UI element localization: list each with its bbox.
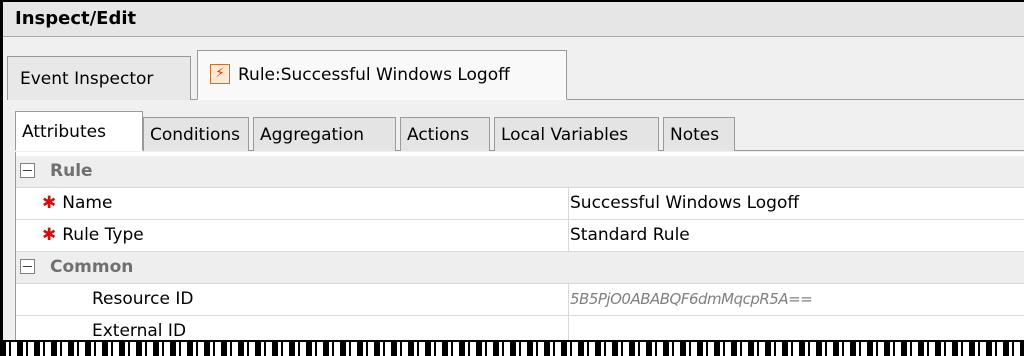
- property-label: Resource ID: [92, 289, 194, 309]
- tab-label: Event Inspector: [20, 69, 154, 89]
- tab-conditions[interactable]: Conditions: [143, 117, 249, 151]
- column-divider: [568, 188, 569, 252]
- panel-title: Inspect/Edit: [3, 2, 1024, 37]
- property-row-resource-id[interactable]: Resource ID 5B5PjO0ABABQF6dmMqcpR5A==: [16, 284, 1024, 316]
- tab-rule-successful-windows-logoff[interactable]: ⚡ Rule:Successful Windows Logoff: [197, 50, 567, 100]
- property-row-rule-type[interactable]: ✱ Rule Type Standard Rule: [16, 220, 1024, 252]
- property-value-resource-id[interactable]: 5B5PjO0ABABQF6dmMqcpR5A==: [570, 284, 813, 315]
- tab-attributes[interactable]: Attributes: [15, 111, 143, 151]
- property-value-name[interactable]: Successful Windows Logoff: [570, 188, 799, 219]
- tab-label: Attributes: [22, 122, 106, 142]
- property-grid: Rule ✱ Name Successful Windows Logoff ✱ Ru…: [15, 152, 1024, 348]
- top-tab-bar: Event Inspector ⚡ Rule:Successful Windows…: [7, 47, 1024, 100]
- tab-event-inspector[interactable]: Event Inspector: [7, 56, 191, 100]
- tab-label: Rule:Successful Windows Logoff: [238, 65, 510, 85]
- tab-label: Conditions: [150, 125, 240, 145]
- inspect-edit-panel: Inspect/Edit Event Inspector ⚡ Rule:Succe…: [0, 0, 1024, 348]
- group-label: Common: [50, 257, 134, 277]
- property-label: ✱ Rule Type: [42, 225, 144, 245]
- attribute-tab-bar: Attributes Conditions Aggregation Action…: [15, 110, 1024, 151]
- rule-icon: ⚡: [210, 63, 230, 84]
- collapse-toggle-icon[interactable]: [20, 259, 35, 274]
- group-label: Rule: [50, 161, 93, 181]
- tab-label: Actions: [407, 125, 470, 145]
- required-asterisk-icon: ✱: [42, 193, 57, 213]
- column-divider: [568, 284, 569, 348]
- property-row-name[interactable]: ✱ Name Successful Windows Logoff: [16, 188, 1024, 220]
- tab-label: Aggregation: [260, 125, 365, 145]
- required-asterisk-icon: ✱: [42, 225, 57, 245]
- tab-local-variables[interactable]: Local Variables: [494, 117, 659, 151]
- tab-actions[interactable]: Actions: [400, 117, 490, 151]
- collapse-toggle-icon[interactable]: [20, 163, 35, 178]
- group-common-header[interactable]: Common: [16, 252, 1024, 284]
- property-label: ✱ Name: [42, 193, 113, 213]
- tab-label: Notes: [670, 125, 720, 145]
- tab-label: Local Variables: [501, 125, 629, 145]
- group-rule-header[interactable]: Rule: [16, 156, 1024, 188]
- tab-aggregation[interactable]: Aggregation: [253, 117, 396, 151]
- property-value-rule-type[interactable]: Standard Rule: [570, 220, 690, 251]
- tab-notes[interactable]: Notes: [663, 117, 735, 151]
